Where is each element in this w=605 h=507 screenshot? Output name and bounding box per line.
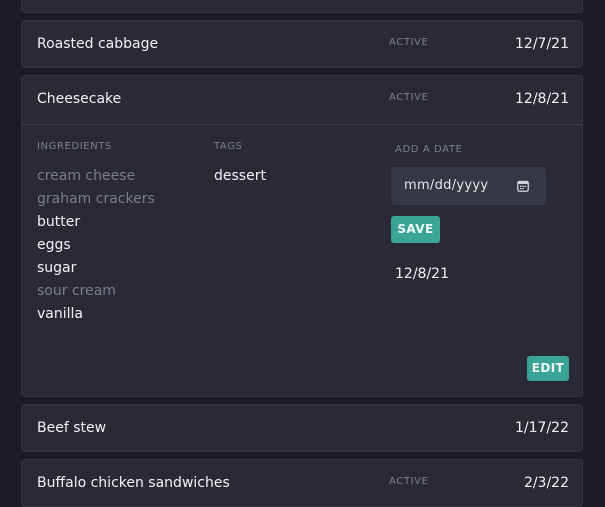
status-badge: ACTIVE — [389, 92, 429, 103]
recipe-date: 12/7/21 — [515, 36, 569, 52]
saved-date: 12/8/21 — [395, 266, 449, 282]
calendar-icon[interactable] — [517, 180, 529, 192]
tags-label: TAGS — [214, 141, 243, 152]
ingredient-item[interactable]: sour cream — [37, 283, 116, 299]
status-badge: ACTIVE — [389, 37, 429, 48]
add-date-label: ADD A DATE — [395, 144, 463, 155]
edit-button[interactable]: EDIT — [527, 356, 569, 381]
recipe-title: Beef stew — [37, 420, 107, 436]
recipe-title: Roasted cabbage — [37, 36, 159, 52]
ingredient-item[interactable]: cream cheese — [37, 168, 135, 184]
recipe-card-expanded: Cheesecake ACTIVE 12/8/21 INGREDIENTS TA… — [21, 75, 583, 397]
recipe-details: INGREDIENTS TAGS ADD A DATE cream cheese… — [22, 124, 582, 397]
recipe-date: 2/3/22 — [523, 475, 569, 491]
tag-item[interactable]: dessert — [214, 168, 266, 184]
recipe-title: Cheesecake — [37, 91, 122, 107]
date-placeholder: mm/dd/yyyy — [404, 178, 489, 193]
recipe-date: 1/17/22 — [515, 420, 569, 436]
date-input[interactable]: mm/dd/yyyy — [391, 167, 546, 205]
ingredient-item[interactable]: graham crackers — [37, 191, 155, 207]
recipe-row[interactable]: Buffalo chicken sandwiches ACTIVE 2/3/22 — [21, 459, 583, 507]
recipe-row[interactable]: Cheesecake ACTIVE 12/8/21 — [22, 76, 582, 124]
ingredient-item[interactable]: sugar — [37, 260, 76, 276]
recipe-date: 12/8/21 — [515, 91, 569, 107]
recipe-title: Buffalo chicken sandwiches — [37, 475, 230, 491]
save-button[interactable]: SAVE — [391, 216, 440, 243]
ingredient-item[interactable]: eggs — [37, 237, 71, 253]
recipe-card-partial-top[interactable] — [21, 0, 583, 13]
ingredients-label: INGREDIENTS — [37, 141, 112, 152]
ingredient-item[interactable]: butter — [37, 214, 80, 230]
status-badge: ACTIVE — [389, 476, 429, 487]
recipe-row[interactable]: Roasted cabbage ACTIVE 12/7/21 — [21, 20, 583, 68]
ingredient-item[interactable]: vanilla — [37, 306, 83, 322]
recipe-row[interactable]: Beef stew 1/17/22 — [21, 404, 583, 452]
